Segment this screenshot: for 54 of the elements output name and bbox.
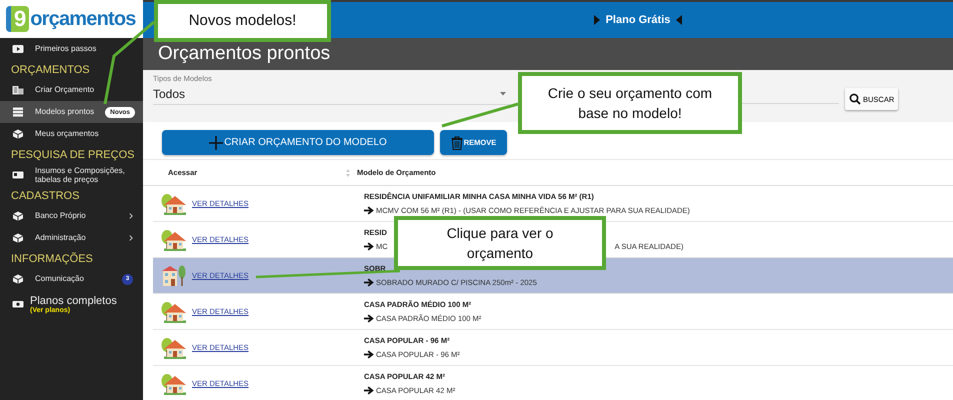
search-icon (849, 93, 861, 105)
sidebar-item[interactable]: Administração (0, 227, 143, 249)
sidebar-heading: CADASTROS (10, 189, 80, 204)
list-icon (12, 107, 24, 117)
sidebar-label: Criar Orçamento (35, 85, 96, 95)
sidebar-heading: INFORMAÇÕES (10, 252, 94, 267)
house-icon (161, 228, 187, 250)
plus-icon (209, 136, 224, 150)
annotation-tooltip: Novos modelos! (154, 0, 331, 42)
arrow-icon (364, 350, 374, 359)
cube-icon (12, 274, 24, 284)
sidebar-label: Banco Próprio (35, 211, 87, 221)
sidebar-item[interactable]: Banco Próprio (0, 205, 143, 227)
townhouse-icon (161, 264, 187, 286)
arrow-icon (364, 386, 374, 395)
arrow-icon (364, 314, 374, 323)
cube-icon (12, 129, 24, 139)
cube-icon (12, 233, 24, 243)
sidebar-label: Modelos prontos (35, 107, 94, 117)
sidebar-label: Comunicação (35, 274, 85, 284)
plan-label: Plano Grátis (606, 14, 670, 26)
sidebar-heading: ORÇAMENTOS (10, 63, 91, 78)
triangle-icon (676, 15, 682, 25)
house-icon (161, 372, 187, 394)
arrow-icon (364, 278, 374, 287)
page-title: Orçamentos prontos (158, 43, 330, 65)
sidebar-item[interactable]: Criar Orçamento (0, 79, 143, 101)
cube-icon (12, 211, 24, 221)
house-icon (161, 192, 187, 214)
house-icon (161, 300, 187, 322)
arrow-icon (364, 206, 374, 215)
logo: 9 orçamentos (0, 0, 143, 38)
annotation-tooltip: Crie o seu orçamento com base no modelo! (518, 72, 742, 134)
trash-icon (450, 136, 463, 150)
sort-icon[interactable] (346, 168, 350, 176)
play-icon (12, 44, 24, 54)
caret-icon (500, 92, 506, 96)
sidebar-label: Planos completos (30, 294, 118, 306)
sidebar-heading: PESQUISA DE PREÇOS (10, 148, 136, 163)
arrow-icon (364, 242, 374, 251)
sidebar-item[interactable]: Meus orçamentos (0, 123, 143, 145)
building-icon (12, 85, 24, 95)
house-icon (161, 336, 187, 358)
sidebar-item[interactable]: Insumos e Composições, tabelas de preços (0, 164, 143, 186)
banknote-icon (12, 299, 24, 309)
create-budget-button[interactable]: CRIAR ORÇAMENTO DO MODELO (162, 130, 434, 155)
sidebar-label: Insumos e Composições, tabelas de preços (35, 166, 126, 184)
sidebar-label: Primeiros passos (35, 44, 98, 54)
sidebar-label: Administração (35, 233, 87, 243)
card-icon (12, 170, 24, 180)
sidebar-label: Meus orçamentos (35, 129, 100, 139)
sidebar-item[interactable]: Primeiros passos (0, 38, 143, 60)
annotation-tooltip: Clique para ver o orçamento (394, 216, 606, 270)
triangle-icon (594, 15, 600, 25)
